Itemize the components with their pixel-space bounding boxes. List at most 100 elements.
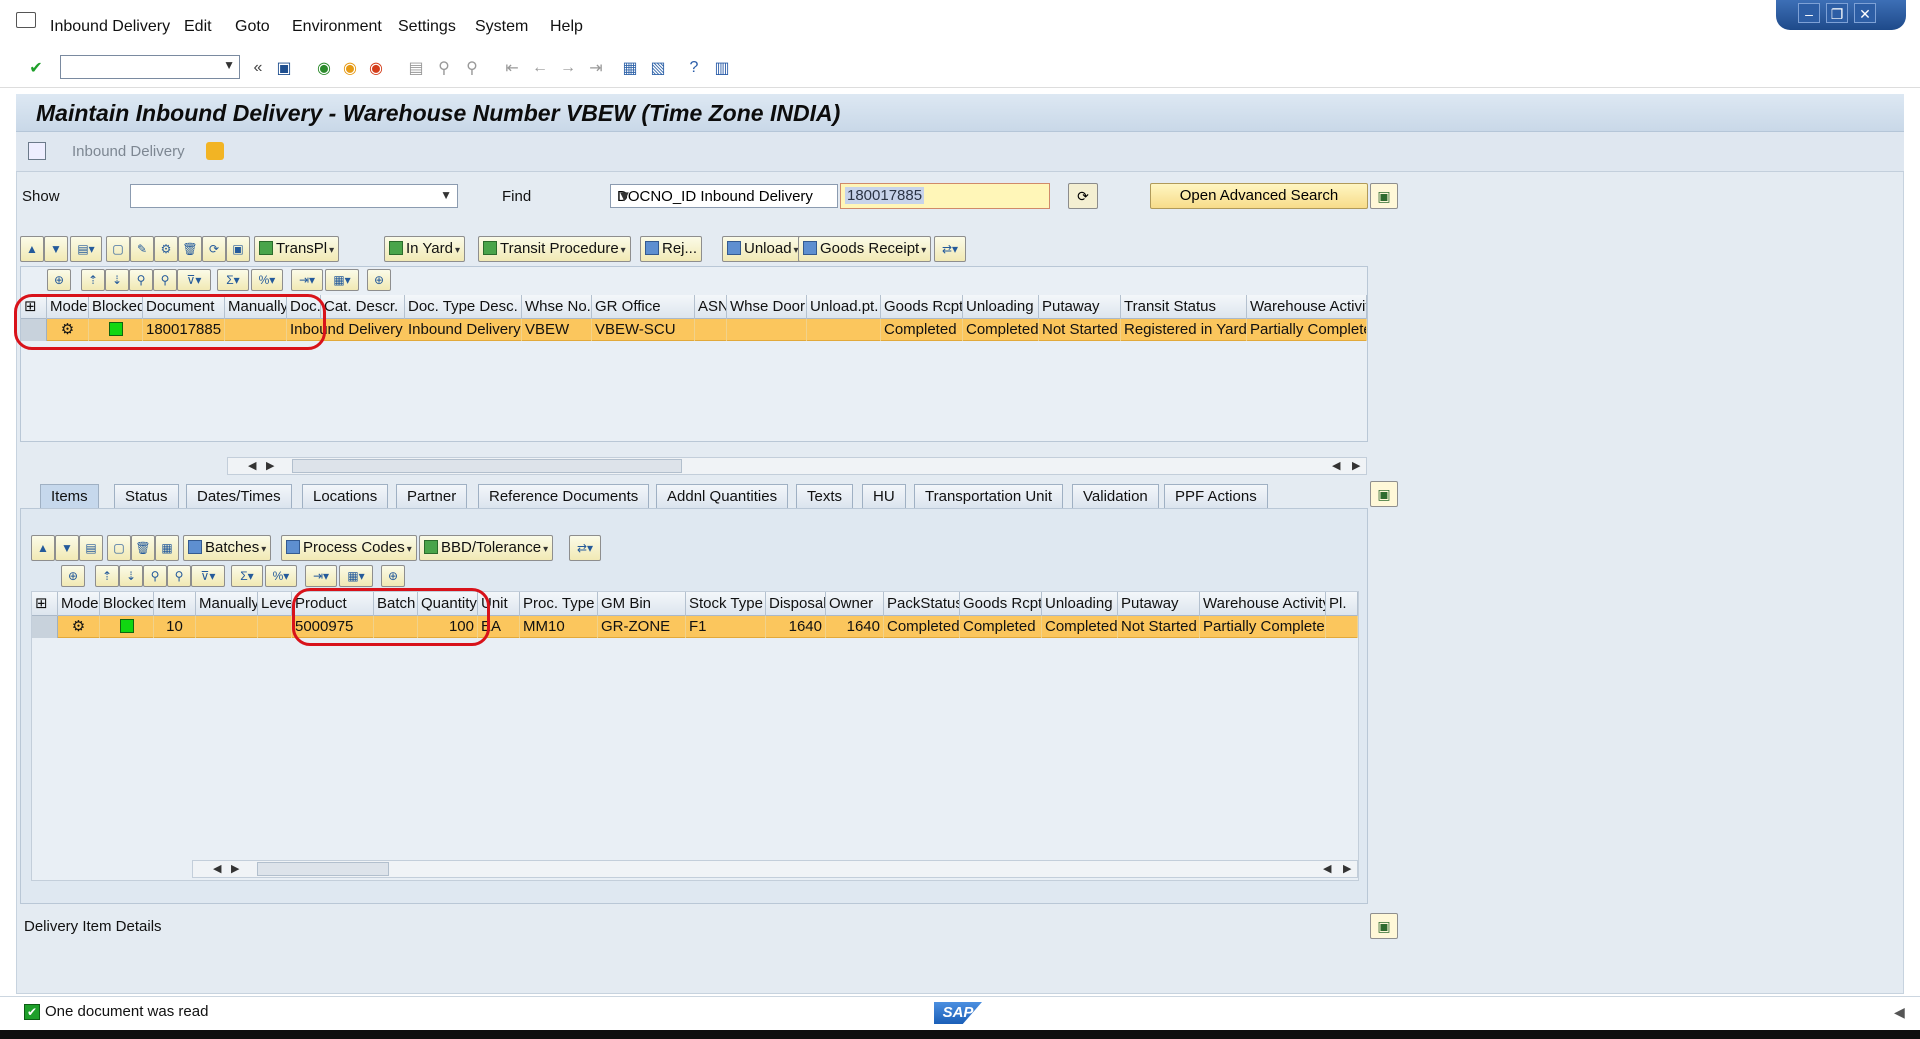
items-layout-icon[interactable]: ▦▾ — [339, 565, 373, 587]
exit-icon[interactable]: ◉ — [338, 56, 362, 80]
col-asn[interactable]: ASN — [695, 295, 727, 319]
refresh-icon[interactable]: ⟳ — [202, 236, 226, 262]
scroll-left-icon[interactable]: ◀ — [248, 458, 256, 474]
transpl-button[interactable]: TransPl ▾ — [254, 236, 340, 262]
scroll-right-icon[interactable]: ▶ — [266, 458, 274, 474]
sort-asc-icon[interactable]: ⇡ — [81, 269, 105, 291]
items-export-icon[interactable]: ⇥▾ — [305, 565, 337, 587]
print-icon[interactable]: ▤ — [404, 56, 428, 80]
items-scroll-thumb[interactable] — [257, 862, 389, 876]
minimize-icon[interactable]: – — [1798, 3, 1820, 23]
items-find-icon[interactable]: ⚲ — [143, 565, 167, 587]
items-zoom-icon[interactable]: ⊕ — [61, 565, 85, 587]
item-row-selector[interactable] — [32, 616, 58, 638]
menu-inbound-delivery[interactable]: Inbound Delivery — [50, 18, 170, 36]
details-icon[interactable]: ▤▾ — [70, 236, 102, 262]
tab-dates-times[interactable]: Dates/Times — [186, 484, 292, 508]
items-select-all-icon[interactable]: ⊞ — [32, 592, 58, 616]
status-expand-icon[interactable]: ◀ — [1894, 1004, 1905, 1021]
items-new-icon[interactable]: ▢ — [107, 535, 131, 561]
tab-validation[interactable]: Validation — [1072, 484, 1159, 508]
details-layout-icon[interactable]: ▣ — [1370, 913, 1398, 939]
last-page-icon[interactable]: ⇥ — [584, 56, 608, 80]
col-doc-type-desc[interactable]: Doc. Type Desc. — [405, 295, 522, 319]
zoom-icon[interactable]: ⊕ — [47, 269, 71, 291]
item-mode-icon[interactable]: ⚙ — [58, 616, 100, 638]
save-icon[interactable]: ▣ — [272, 56, 296, 80]
find-grid-icon[interactable]: ⚲ — [129, 269, 153, 291]
col-stock-type[interactable]: Stock Type — [686, 592, 766, 616]
tab-transportation-unit[interactable]: Transportation Unit — [914, 484, 1064, 508]
new-doc-icon[interactable]: ▢ — [106, 236, 130, 262]
process-codes-button[interactable]: Process Codes ▾ — [281, 535, 417, 561]
next-page-icon[interactable]: → — [556, 56, 580, 80]
col-item-putaway[interactable]: Putaway — [1118, 592, 1200, 616]
items-filter-icon[interactable]: ⊽▾ — [191, 565, 225, 587]
col-item-manually[interactable]: Manually — [196, 592, 258, 616]
tab-layout-icon[interactable]: ▣ — [1370, 481, 1398, 507]
tab-texts[interactable]: Texts — [796, 484, 854, 508]
scroll-down-icon[interactable]: ▼ — [44, 236, 68, 262]
items-sort-asc-icon[interactable]: ⇡ — [95, 565, 119, 587]
layout-menu-icon[interactable]: ▥ — [710, 56, 734, 80]
menu-edit[interactable]: Edit — [184, 18, 212, 36]
inbound-delivery-button[interactable]: Inbound Delivery — [72, 143, 185, 160]
scroll-thumb[interactable] — [292, 459, 682, 473]
new-session-icon[interactable]: ▦ — [618, 56, 642, 80]
first-page-icon[interactable]: ⇤ — [500, 56, 524, 80]
filter-icon[interactable]: ⊽▾ — [177, 269, 211, 291]
open-advanced-search-button[interactable]: Open Advanced Search — [1150, 183, 1368, 209]
col-unloading[interactable]: Unloading — [963, 295, 1039, 319]
scroll-icon[interactable] — [206, 142, 224, 160]
header-grid-scrollbar[interactable]: ◀ ▶ ◀ ▶ — [227, 457, 1367, 475]
delete-icon[interactable]: 🗑 — [178, 236, 202, 262]
tab-hu[interactable]: HU — [862, 484, 906, 508]
show-dropdown[interactable]: ▼ — [130, 184, 458, 208]
items-sort-desc-icon[interactable]: ⇣ — [119, 565, 143, 587]
col-goods-rcpt[interactable]: Goods Rcpt — [881, 295, 963, 319]
more-actions-icon[interactable]: ⇄▾ — [934, 236, 966, 262]
items-find-next-icon[interactable]: ⚲ — [167, 565, 191, 587]
info-grid-icon[interactable]: ⊕ — [367, 269, 391, 291]
execute-search-button[interactable]: ⟳ — [1068, 183, 1098, 209]
collapse-icon[interactable]: « — [246, 56, 270, 80]
close-icon[interactable]: ✕ — [1854, 3, 1876, 23]
items-scroll-left-end-icon[interactable]: ◀ — [1323, 861, 1331, 877]
scroll-right-end-icon[interactable]: ▶ — [1352, 458, 1360, 474]
menu-system[interactable]: System — [475, 18, 528, 36]
tab-status[interactable]: Status — [114, 484, 179, 508]
menu-settings[interactable]: Settings — [398, 18, 456, 36]
items-scroll-up-icon[interactable]: ▲ — [31, 535, 55, 561]
goods-receipt-button[interactable]: Goods Receipt ▾ — [798, 236, 932, 262]
system-menu-icon[interactable] — [16, 12, 36, 28]
search-value-input[interactable]: 180017885 — [840, 183, 1050, 209]
tab-ppf-actions[interactable]: PPF Actions — [1164, 484, 1268, 508]
col-warehouse-activity[interactable]: Warehouse Activity — [1247, 295, 1367, 319]
col-transit-status[interactable]: Transit Status — [1121, 295, 1247, 319]
items-info-icon[interactable]: ⊕ — [381, 565, 405, 587]
items-scroll-down-icon[interactable]: ▼ — [55, 535, 79, 561]
back-icon[interactable]: ◉ — [312, 56, 336, 80]
items-grid-scrollbar[interactable]: ◀ ▶ ◀ ▶ — [192, 860, 1358, 878]
batches-button[interactable]: Batches ▾ — [183, 535, 272, 561]
items-grid-icon[interactable]: ▦ — [155, 535, 179, 561]
items-sum-icon[interactable]: Σ▾ — [231, 565, 263, 587]
col-gm-bin[interactable]: GM Bin — [598, 592, 686, 616]
enter-icon[interactable]: ✔ — [24, 56, 48, 80]
col-gr-office[interactable]: GR Office — [592, 295, 695, 319]
col-putaway[interactable]: Putaway — [1039, 295, 1121, 319]
menu-environment[interactable]: Environment — [292, 18, 382, 36]
items-delete-icon[interactable]: 🗑 — [131, 535, 155, 561]
items-scroll-right-end-icon[interactable]: ▶ — [1343, 861, 1351, 877]
table-row[interactable]: ⚙ 10 5000975 100 EA MM10 GR-ZONE F1 1640… — [32, 616, 1358, 638]
items-more-icon[interactable]: ⇄▾ — [569, 535, 601, 561]
items-scroll-right-icon[interactable]: ▶ — [231, 861, 239, 877]
col-item-warehouse-activity[interactable]: Warehouse Activity — [1200, 592, 1326, 616]
col-unload-pt[interactable]: Unload.pt. — [807, 295, 881, 319]
document-icon[interactable] — [28, 142, 46, 160]
col-disposal[interactable]: Disposal — [766, 592, 826, 616]
find-next-grid-icon[interactable]: ⚲ — [153, 269, 177, 291]
find-dropdown[interactable]: DOCNO_ID Inbound Delivery ▼ — [610, 184, 838, 208]
items-scroll-left-icon[interactable]: ◀ — [213, 861, 221, 877]
status-message[interactable]: One document was read — [45, 1003, 208, 1020]
